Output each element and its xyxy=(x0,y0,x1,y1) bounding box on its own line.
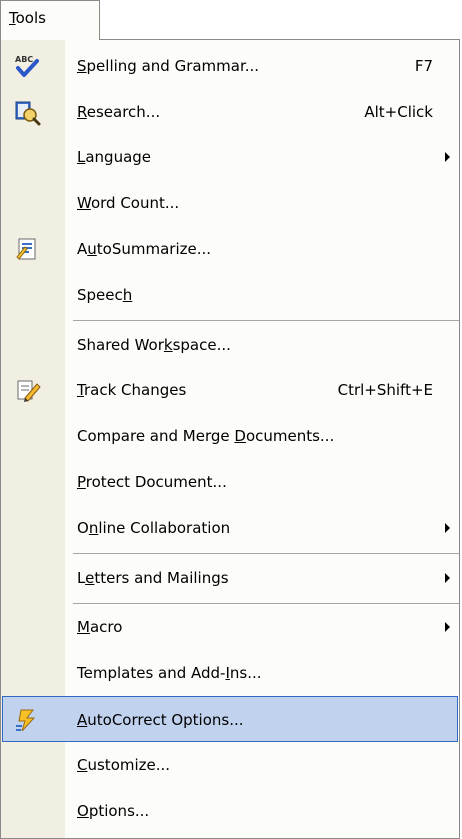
menu-item-label: Spelling and Grammar... xyxy=(77,56,260,75)
research-book-magnifier-icon xyxy=(15,101,41,126)
menu-item-autocorrect-options[interactable]: AutoCorrect Options... xyxy=(2,696,458,742)
menu-item-label: AutoCorrect Options... xyxy=(77,711,244,730)
tools-title-after: ools xyxy=(15,9,46,27)
menu-separator xyxy=(73,319,459,321)
autocorrect-lightning-icon xyxy=(16,709,36,732)
menu-item-label: Letters and Mailings xyxy=(77,568,229,587)
menu-item-compare-and-merge-documents[interactable]: Compare and Merge Documents... xyxy=(2,413,458,459)
menu-item-language[interactable]: Language xyxy=(2,135,458,181)
menu-item-macro[interactable]: Macro xyxy=(2,605,458,651)
svg-text:ABC: ABC xyxy=(15,55,33,64)
submenu-arrow-icon xyxy=(445,572,450,583)
menu-item-track-changes[interactable]: Track Changes Ctrl+Shift+E xyxy=(2,368,458,414)
submenu-arrow-icon xyxy=(445,522,450,533)
menu-item-research[interactable]: Research... Alt+Click xyxy=(2,89,458,135)
menu-item-letters-and-mailings[interactable]: Letters and Mailings xyxy=(2,555,458,601)
tools-menu: ABC Spelling and Grammar... F7 Research.… xyxy=(0,39,460,839)
menu-item-label: Word Count... xyxy=(77,194,180,213)
submenu-arrow-icon xyxy=(445,622,450,633)
menu-item-label: Protect Document... xyxy=(77,473,227,492)
menu-item-spelling-and-grammar[interactable]: ABC Spelling and Grammar... F7 xyxy=(2,43,458,89)
menu-item-shortcut: F7 xyxy=(414,56,433,75)
menu-item-online-collaboration[interactable]: Online Collaboration xyxy=(2,505,458,551)
submenu-arrow-icon xyxy=(445,152,450,163)
menu-item-shortcut: Ctrl+Shift+E xyxy=(337,381,433,400)
track-changes-pencil-icon xyxy=(17,380,41,403)
menu-item-label: Customize... xyxy=(77,755,171,774)
menu-item-label: Speech xyxy=(77,285,133,304)
menu-item-protect-document[interactable]: Protect Document... xyxy=(2,459,458,505)
menu-item-label: Compare and Merge Documents... xyxy=(77,427,335,446)
autosummarize-icon xyxy=(16,238,36,260)
menu-item-label: Language xyxy=(77,148,152,167)
spelling-abc-check-icon: ABC xyxy=(15,55,39,77)
menu-item-speech[interactable]: Speech xyxy=(2,272,458,318)
menu-separator xyxy=(73,552,459,554)
menu-item-label: Online Collaboration xyxy=(77,518,231,537)
tools-title-key: T xyxy=(9,9,16,27)
menu-item-label: Templates and Add-Ins... xyxy=(77,664,262,683)
menu-item-customize[interactable]: Customize... xyxy=(2,742,458,788)
menu-item-label: Shared Workspace... xyxy=(77,335,231,354)
menu-item-autosummarize[interactable]: AutoSummarize... xyxy=(2,226,458,272)
menu-item-label: AutoSummarize... xyxy=(77,240,212,259)
tools-menu-title[interactable]: Tools xyxy=(0,0,100,40)
menu-item-options[interactable]: Options... xyxy=(2,788,458,834)
menu-item-label: Research... xyxy=(77,102,161,121)
menu-item-shared-workspace[interactable]: Shared Workspace... xyxy=(2,322,458,368)
menu-item-word-count[interactable]: Word Count... xyxy=(2,180,458,226)
menu-item-templates-and-add-ins[interactable]: Templates and Add-Ins... xyxy=(2,650,458,696)
menu-separator xyxy=(73,602,459,604)
menu-item-label: Track Changes xyxy=(77,381,187,400)
menu-item-label: Options... xyxy=(77,801,150,820)
menu-item-shortcut: Alt+Click xyxy=(364,102,433,121)
menu-item-label: Macro xyxy=(77,618,123,637)
